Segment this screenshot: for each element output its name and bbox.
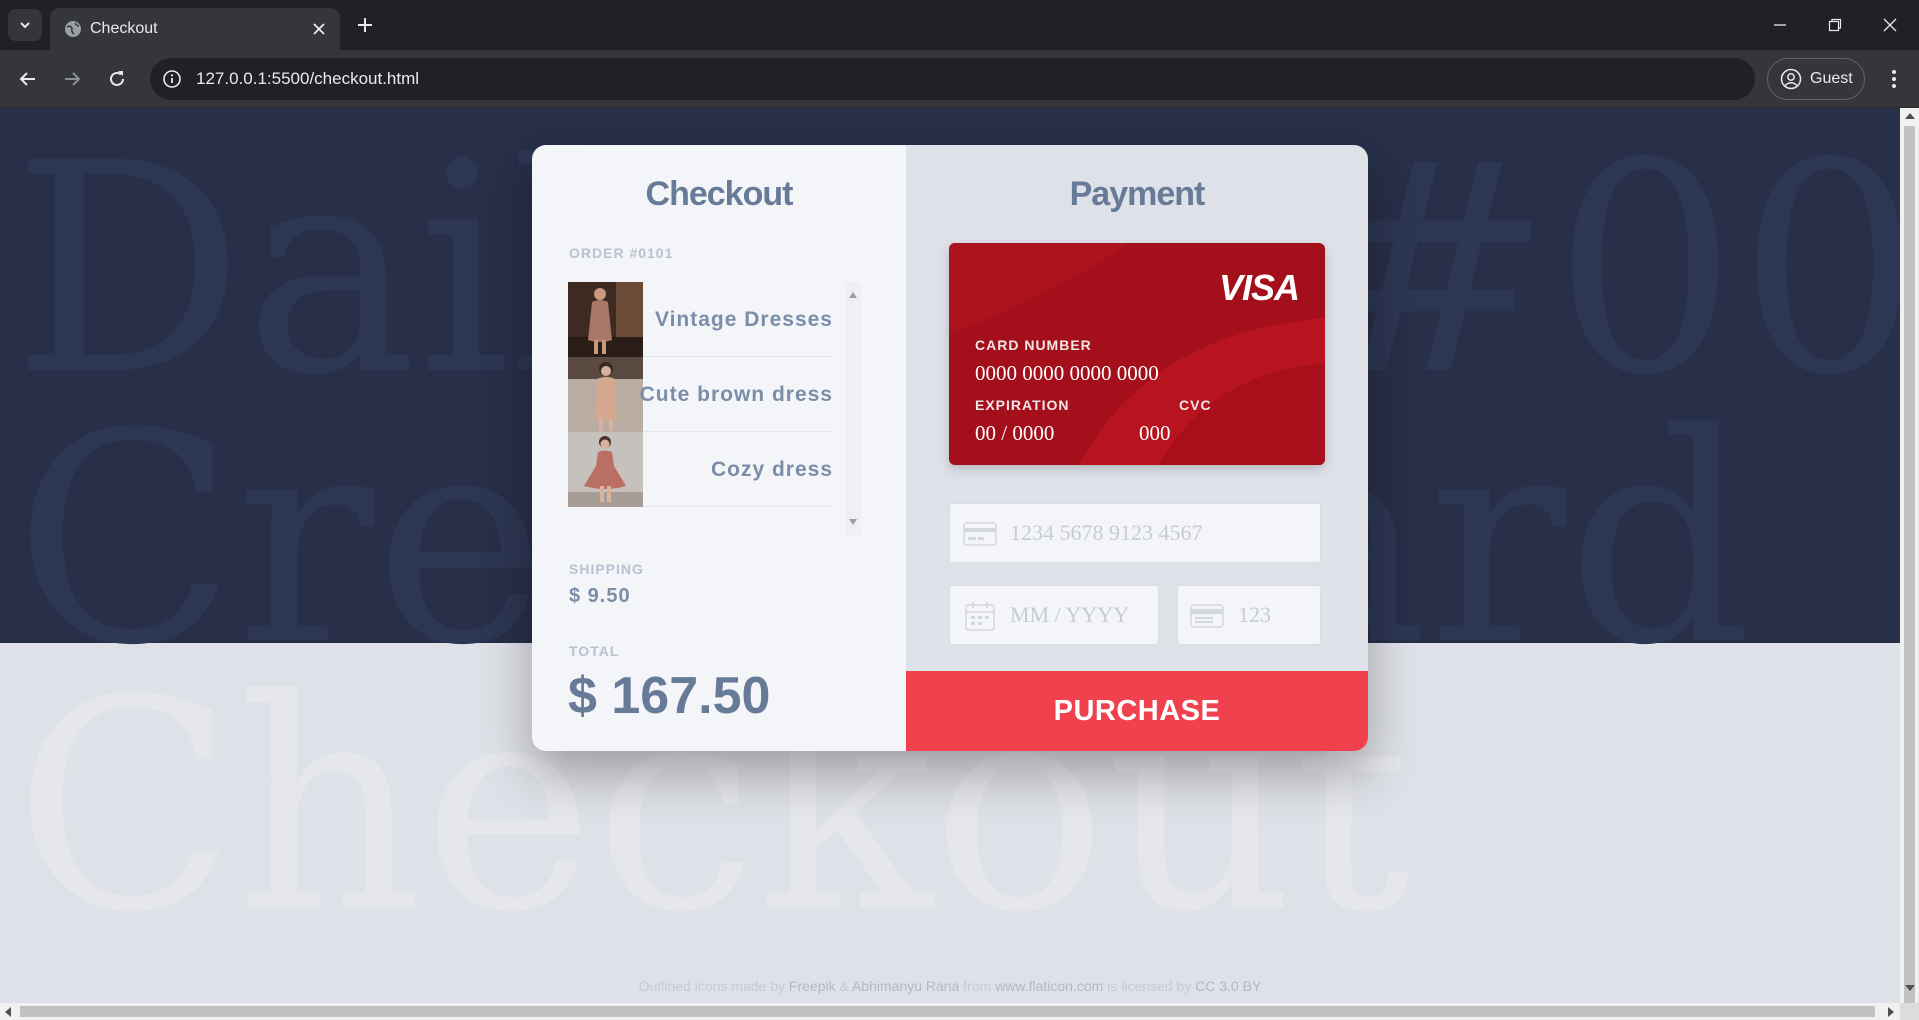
checkout-title: Checkout xyxy=(645,175,794,213)
more-vertical-icon xyxy=(1892,70,1896,88)
cvc-label: CVC xyxy=(1179,397,1212,413)
page-viewport: Daily UI #002 Credit Card Checkout Check… xyxy=(0,108,1900,1003)
scroll-down-arrow-icon[interactable] xyxy=(849,519,857,525)
card-back-icon xyxy=(1190,604,1224,628)
close-icon xyxy=(1883,18,1897,32)
profile-button[interactable]: Guest xyxy=(1767,58,1865,100)
icon-attribution: Outlined icons made by Freepik & Abhiman… xyxy=(0,978,1900,994)
total-value: $ 167.50 xyxy=(568,667,771,725)
plus-icon xyxy=(358,18,372,32)
expiration-input[interactable] xyxy=(1010,586,1150,644)
card-number-input[interactable] xyxy=(1010,504,1310,562)
back-button[interactable] xyxy=(14,65,42,93)
checkout-card: Checkout ORDER #0101 Vintage Dresses Cut… xyxy=(532,145,1368,751)
item-list-scrollbar[interactable] xyxy=(845,282,861,537)
visa-logo: VISA xyxy=(1218,267,1300,308)
list-item[interactable]: Cute brown dress xyxy=(568,357,833,432)
shipping-value: $ 9.50 xyxy=(569,585,631,607)
credit-card-icon xyxy=(963,522,997,546)
order-item-list[interactable]: Vintage Dresses Cute brown dress Cozy dr… xyxy=(568,282,833,507)
attribution-text: is licensed by xyxy=(1103,978,1196,994)
order-number: ORDER #0101 xyxy=(569,245,674,261)
chevron-down-icon xyxy=(20,22,30,29)
browser-toolbar: 127.0.0.1:5500/checkout.html Guest xyxy=(0,50,1919,108)
item-name: Cozy dress xyxy=(710,458,833,481)
scroll-up-arrow-icon[interactable] xyxy=(1905,113,1915,119)
browser-tab-bar: Checkout xyxy=(0,0,1919,50)
card-number-field xyxy=(949,503,1321,563)
reload-icon xyxy=(110,71,124,86)
card-number-value: 0000 0000 0000 0000 xyxy=(975,361,1159,385)
scroll-up-arrow-icon[interactable] xyxy=(849,292,857,298)
payment-panel: Payment VISA CARD NUMBER 0000 0000 0000 … xyxy=(906,145,1368,751)
expiration-field xyxy=(949,585,1159,645)
new-tab-button[interactable] xyxy=(352,12,378,38)
attribution-link-license[interactable]: CC 3.0 BY xyxy=(1195,978,1261,994)
horizontal-scroll-thumb[interactable] xyxy=(20,1006,1875,1017)
attribution-link-abhimanyu[interactable]: Abhimanyu Rana xyxy=(852,978,959,994)
product-image xyxy=(568,357,643,432)
browser-menu-button[interactable] xyxy=(1880,65,1908,93)
arrow-right-icon xyxy=(65,72,81,86)
item-name: Vintage Dresses xyxy=(654,308,833,331)
total-label: TOTAL xyxy=(569,643,620,659)
vertical-scrollbar[interactable] xyxy=(1900,108,1919,1020)
restore-icon xyxy=(1828,18,1842,32)
globe-icon xyxy=(65,21,81,37)
calendar-icon xyxy=(965,602,995,631)
purchase-button[interactable]: PURCHASE xyxy=(906,671,1368,751)
attribution-text: Outlined icons made by xyxy=(638,978,789,994)
credit-card-preview: VISA CARD NUMBER 0000 0000 0000 0000 EXP… xyxy=(949,243,1325,465)
product-image xyxy=(568,282,643,357)
vertical-scroll-thumb[interactable] xyxy=(1904,126,1915,1006)
horizontal-scrollbar[interactable] xyxy=(0,1003,1900,1020)
cvc-field xyxy=(1177,585,1321,645)
order-panel: Checkout ORDER #0101 Vintage Dresses Cut… xyxy=(532,145,906,751)
list-item[interactable]: Vintage Dresses xyxy=(568,282,833,357)
forward-button[interactable] xyxy=(58,65,86,93)
user-icon xyxy=(1780,68,1802,90)
url-text: 127.0.0.1:5500/checkout.html xyxy=(196,69,420,88)
arrow-left-icon xyxy=(19,72,35,86)
restore-button[interactable] xyxy=(1815,8,1855,42)
payment-title: Payment xyxy=(1069,175,1206,213)
expiration-label: EXPIRATION xyxy=(975,397,1070,413)
address-bar[interactable]: 127.0.0.1:5500/checkout.html xyxy=(150,58,1755,100)
reload-button[interactable] xyxy=(103,65,131,93)
close-icon[interactable] xyxy=(310,20,328,38)
scroll-right-arrow-icon[interactable] xyxy=(1888,1007,1894,1017)
profile-label: Guest xyxy=(1810,70,1853,87)
expiration-value: 00 / 0000 xyxy=(975,421,1055,445)
scroll-left-arrow-icon[interactable] xyxy=(5,1007,11,1017)
close-window-button[interactable] xyxy=(1870,8,1910,42)
scroll-down-arrow-icon[interactable] xyxy=(1905,985,1915,991)
attribution-link-freepik[interactable]: Freepik xyxy=(789,978,836,994)
tab-title: Checkout xyxy=(90,20,158,37)
minimize-icon xyxy=(1774,24,1786,26)
product-image xyxy=(568,432,643,507)
attribution-text: from xyxy=(959,978,996,994)
card-number-label: CARD NUMBER xyxy=(975,337,1092,353)
scrollbar-corner xyxy=(1900,1003,1919,1020)
tab-search-button[interactable] xyxy=(8,9,42,41)
minimize-button[interactable] xyxy=(1760,8,1800,42)
cvc-value: 000 xyxy=(1139,421,1171,445)
cvc-input[interactable] xyxy=(1238,586,1313,644)
attribution-text: & xyxy=(835,978,852,994)
info-icon[interactable] xyxy=(162,69,182,89)
browser-tab[interactable]: Checkout xyxy=(50,8,340,50)
shipping-label: SHIPPING xyxy=(569,561,644,577)
attribution-link-flaticon[interactable]: www.flaticon.com xyxy=(995,978,1103,994)
list-item[interactable]: Cozy dress xyxy=(568,432,833,507)
item-name: Cute brown dress xyxy=(639,383,833,406)
